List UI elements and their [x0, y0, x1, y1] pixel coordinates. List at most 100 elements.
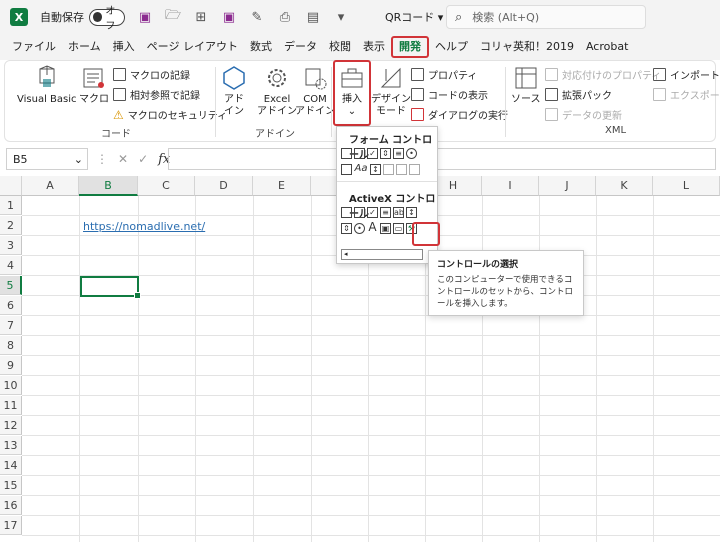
combo-box-control-icon[interactable]	[354, 147, 365, 159]
group-box-control-icon[interactable]	[341, 163, 352, 175]
activex-scrollbar-icon[interactable]: ↕	[406, 206, 417, 218]
preview-icon[interactable]: ▤	[305, 10, 321, 25]
activex-button-icon[interactable]	[341, 206, 352, 218]
macro-icon	[83, 68, 104, 88]
cancel-icon[interactable]: ✕	[118, 152, 128, 166]
visual-basic-button[interactable]: Visual Basic	[17, 65, 77, 106]
addin-group-label: アドイン	[255, 129, 295, 140]
column-header[interactable]: D	[195, 176, 253, 196]
tab-formulas[interactable]: 数式	[244, 36, 278, 58]
name-box[interactable]: B5 ⌄	[6, 148, 88, 170]
addin-button[interactable]: アド イン	[221, 65, 247, 118]
enter-icon[interactable]: ✓	[138, 152, 148, 166]
tab-help[interactable]: ヘルプ	[429, 36, 474, 58]
row-header[interactable]: 6	[0, 296, 22, 315]
macro-security-button[interactable]: ⚠ マクロのセキュリティ	[113, 107, 227, 123]
checkbox-control-icon[interactable]: ✓	[367, 147, 378, 159]
properties-button[interactable]: プロパティ	[411, 67, 477, 82]
tab-page-layout[interactable]: ページ レイアウト	[141, 36, 244, 58]
grid-line	[22, 495, 720, 496]
edit-icon[interactable]: ✎	[249, 10, 265, 25]
tab-data[interactable]: データ	[278, 36, 323, 58]
row-header[interactable]: 17	[0, 516, 22, 535]
row-header[interactable]: 12	[0, 416, 22, 435]
column-header[interactable]: E	[253, 176, 311, 196]
tab-home[interactable]: ホーム	[62, 36, 107, 58]
design-mode-button[interactable]: デザイン モード	[371, 65, 411, 118]
print-icon[interactable]: ⎙	[277, 10, 293, 25]
activex-image-icon[interactable]: ▣	[380, 222, 391, 234]
label-control-icon[interactable]: Aa	[354, 163, 368, 175]
document-title[interactable]: QRコード ▾	[385, 9, 443, 25]
row-header[interactable]: 5	[0, 276, 22, 295]
row-header[interactable]: 9	[0, 356, 22, 375]
view-code-button[interactable]: コードの表示	[411, 87, 488, 102]
row-header[interactable]: 7	[0, 316, 22, 335]
activex-spin-icon[interactable]: ⇕	[341, 222, 352, 234]
row-header[interactable]: 14	[0, 456, 22, 475]
row-header[interactable]: 10	[0, 376, 22, 395]
dropdown-scrollbar[interactable]: ◂	[341, 249, 423, 260]
tab-acrobat[interactable]: Acrobat	[580, 36, 634, 58]
row-header[interactable]: 1	[0, 196, 22, 215]
tab-developer[interactable]: 開発	[390, 36, 429, 58]
column-header[interactable]: A	[22, 176, 79, 196]
select-all-corner[interactable]	[0, 176, 22, 196]
table-icon[interactable]: ⊞	[193, 10, 209, 25]
relative-ref-button[interactable]: 相対参照で記録	[113, 87, 200, 102]
search-input[interactable]: ⌕ 検索 (Alt+Q)	[446, 5, 646, 29]
row-header[interactable]: 11	[0, 396, 22, 415]
com-addin-button[interactable]: COM アドイン	[295, 65, 335, 118]
button-control-icon[interactable]	[341, 147, 352, 159]
tab-koryaeiwa[interactable]: コリャ英和！2019	[474, 36, 580, 58]
run-dialog-button[interactable]: ダイアログの実行	[411, 107, 508, 122]
column-header[interactable]: K	[596, 176, 653, 196]
row-header[interactable]: 13	[0, 436, 22, 455]
tab-view[interactable]: 表示	[357, 36, 391, 58]
customize-qat-icon[interactable]: ▾	[333, 10, 349, 25]
option-button-control-icon[interactable]: •	[406, 147, 417, 159]
spin-button-control-icon[interactable]: ⇕	[380, 147, 391, 159]
row-header[interactable]: 2	[0, 216, 22, 235]
column-header[interactable]: J	[539, 176, 596, 196]
column-header[interactable]: L	[653, 176, 720, 196]
list-box-control-icon[interactable]: ≡	[393, 147, 404, 159]
export-button[interactable]: エクスポート	[653, 87, 720, 102]
refresh-data-button[interactable]: データの更新	[545, 107, 622, 122]
expansion-pack-button[interactable]: 拡張パック	[545, 87, 612, 102]
refresh-data-icon	[545, 108, 558, 121]
excel-addin-button[interactable]: Excel アドイン	[257, 65, 297, 118]
map-properties-button[interactable]: 対応付けのプロパティ	[545, 67, 661, 82]
activex-checkbox-icon[interactable]: ✓	[367, 206, 378, 218]
activex-label-icon[interactable]: A	[367, 221, 378, 234]
xml-source-button[interactable]: ソース	[511, 65, 541, 106]
row-header[interactable]: 3	[0, 236, 22, 255]
activex-option-icon[interactable]: •	[354, 222, 365, 234]
activex-textbox-icon[interactable]: ab	[393, 206, 404, 218]
record-macro-button[interactable]: マクロの記録	[113, 67, 190, 82]
row-header[interactable]: 16	[0, 496, 22, 515]
save-as-icon[interactable]: ▣	[221, 10, 237, 25]
selected-cell-b5[interactable]	[80, 276, 141, 299]
cell-b2-link[interactable]: https://nomadlive.net/	[83, 220, 205, 233]
row-header[interactable]: 4	[0, 256, 22, 275]
open-folder-icon[interactable]: 🗁	[165, 6, 181, 28]
row-header[interactable]: 8	[0, 336, 22, 355]
save-icon[interactable]: ▣	[137, 10, 153, 25]
column-header[interactable]: C	[138, 176, 195, 196]
tab-file[interactable]: ファイル	[6, 36, 62, 58]
activex-listbox-icon[interactable]: ≡	[380, 206, 391, 218]
tab-insert[interactable]: 挿入	[107, 36, 141, 58]
macro-button[interactable]: マクロ	[79, 65, 109, 106]
search-icon: ⌕	[455, 9, 463, 25]
activex-toggle-icon[interactable]: ▭	[393, 222, 404, 234]
import-button[interactable]: インポート	[653, 67, 720, 82]
autosave-toggle[interactable]: オフ	[89, 6, 125, 32]
scroll-bar-control-icon[interactable]: ↕	[370, 163, 381, 175]
column-header[interactable]: I	[482, 176, 539, 196]
row-header[interactable]: 15	[0, 476, 22, 495]
column-header[interactable]: B	[79, 176, 138, 196]
activex-combo-icon[interactable]	[354, 206, 365, 218]
tab-review[interactable]: 校閲	[323, 36, 357, 58]
formula-input[interactable]	[168, 148, 716, 170]
